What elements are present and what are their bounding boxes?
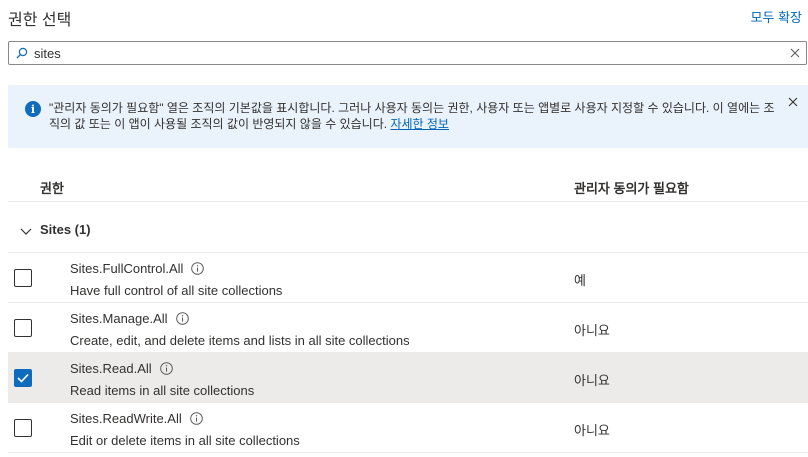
- column-header: 권한 관리자 동의가 필요함: [8, 164, 808, 202]
- admin-consent-value: 아니요: [574, 323, 610, 338]
- permission-name-text: Sites.Manage.All: [70, 311, 168, 326]
- search-icon: [9, 47, 31, 59]
- permission-name-text: Sites.ReadWrite.All: [70, 411, 182, 426]
- permission-name: Sites.Read.All: [70, 361, 173, 376]
- permission-row[interactable]: Sites.Read.All Read items in all site co…: [8, 353, 808, 403]
- permission-row[interactable]: Sites.Manage.All Create, edit, and delet…: [8, 303, 808, 353]
- permission-name-text: Sites.Read.All: [70, 361, 152, 376]
- permission-checkbox[interactable]: [14, 269, 32, 287]
- info-icon: i: [25, 101, 41, 117]
- clear-search-icon[interactable]: [784, 48, 806, 58]
- permission-checkbox[interactable]: [14, 419, 32, 437]
- admin-consent-value: 예: [574, 273, 586, 288]
- permission-description: Edit or delete items in all site collect…: [70, 433, 300, 448]
- permission-description: Create, edit, and delete items and lists…: [70, 333, 410, 348]
- column-permission: 권한: [40, 181, 64, 196]
- learn-more-link[interactable]: 자세한 정보: [390, 117, 449, 131]
- expand-all-link[interactable]: 모두 확장: [751, 7, 802, 26]
- group-header-sites[interactable]: Sites (1): [8, 203, 808, 253]
- permission-name: Sites.FullControl.All: [70, 261, 205, 276]
- permission-name: Sites.ReadWrite.All: [70, 411, 203, 426]
- permission-name-text: Sites.FullControl.All: [70, 261, 184, 276]
- info-circle-icon[interactable]: [159, 362, 173, 375]
- info-message: "관리자 동의가 필요함" 열은 조직의 기본값을 표시합니다. 그러나 사용자…: [49, 100, 779, 132]
- chevron-down-icon[interactable]: [20, 223, 32, 241]
- permission-description: Read items in all site collections: [70, 383, 255, 398]
- column-admin-consent: 관리자 동의가 필요함: [574, 181, 689, 196]
- info-circle-icon[interactable]: [191, 262, 205, 275]
- checkmark-icon: [17, 373, 29, 383]
- permission-row[interactable]: Sites.FullControl.All Have full control …: [8, 253, 808, 303]
- group-title: Sites (1): [40, 222, 91, 237]
- info-banner: i "관리자 동의가 필요함" 열은 조직의 기본값을 표시합니다. 그러나 사…: [8, 85, 808, 148]
- permission-name: Sites.Manage.All: [70, 311, 189, 326]
- page-title: 권한 선택: [8, 12, 72, 29]
- search-input[interactable]: sites: [31, 46, 784, 61]
- admin-consent-value: 아니요: [574, 373, 610, 388]
- permission-checkbox[interactable]: [14, 369, 32, 387]
- admin-consent-value: 아니요: [574, 423, 610, 438]
- info-circle-icon[interactable]: [175, 312, 189, 325]
- dismiss-icon[interactable]: [788, 94, 798, 112]
- info-circle-icon[interactable]: [189, 412, 203, 425]
- permission-description: Have full control of all site collection…: [70, 283, 283, 298]
- search-box[interactable]: sites: [8, 41, 807, 65]
- permission-row[interactable]: Sites.ReadWrite.All Edit or delete items…: [8, 403, 808, 453]
- permission-checkbox[interactable]: [14, 319, 32, 337]
